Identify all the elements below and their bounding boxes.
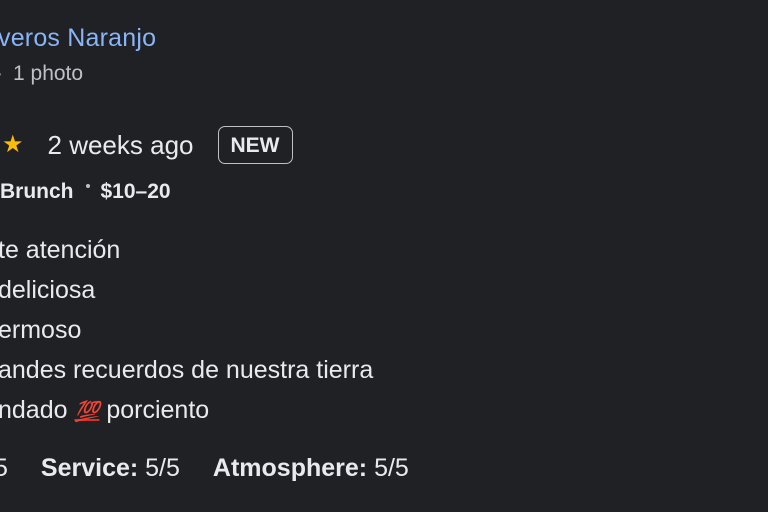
star-icon: ★ <box>2 130 24 158</box>
tag-separator <box>85 184 90 188</box>
hundred-points-icon: 💯 <box>74 401 100 423</box>
review-line: ndado 💯 porciento <box>0 390 373 432</box>
meta-separator: · <box>0 62 3 85</box>
review-text: te atención deliciosa ermoso andes recue… <box>0 230 373 432</box>
service-label: Service: <box>40 454 139 482</box>
review-line: te atención <box>0 236 121 264</box>
atmosphere-score: Atmosphere: 5/5 <box>213 454 409 483</box>
review-line: andes recuerdos de nuestra tierra <box>0 356 374 384</box>
review-time: 2 weeks ago <box>47 129 194 160</box>
review-line-start: ndado <box>0 396 68 424</box>
service-score: Service: 5/5 <box>41 454 180 483</box>
review-line: deliciosa <box>0 276 96 304</box>
price-tag: $10–20 <box>100 180 171 203</box>
review-line: ermoso <box>0 316 82 344</box>
new-badge: NEW <box>217 126 293 164</box>
review-line-end: porciento <box>106 396 210 424</box>
service-value: 5/5 <box>145 454 180 482</box>
star-rating: ★★ <box>0 130 24 160</box>
attribute-scores: 5 Service: 5/5 Atmosphere: 5/5 <box>0 454 442 483</box>
review-tags: Brunch $10–20 <box>0 180 171 204</box>
food-score: 5 <box>0 454 8 482</box>
rating-row: ★★ 2 weeks ago NEW <box>0 126 293 164</box>
photo-count: 1 photo <box>13 62 84 85</box>
reviewer-meta: · 1 photo <box>0 62 83 86</box>
reviewer-name-link[interactable]: veros Naranjo <box>0 24 156 53</box>
atmosphere-label: Atmosphere: <box>212 454 368 482</box>
atmosphere-value: 5/5 <box>374 454 409 482</box>
meal-tag: Brunch <box>0 180 74 203</box>
